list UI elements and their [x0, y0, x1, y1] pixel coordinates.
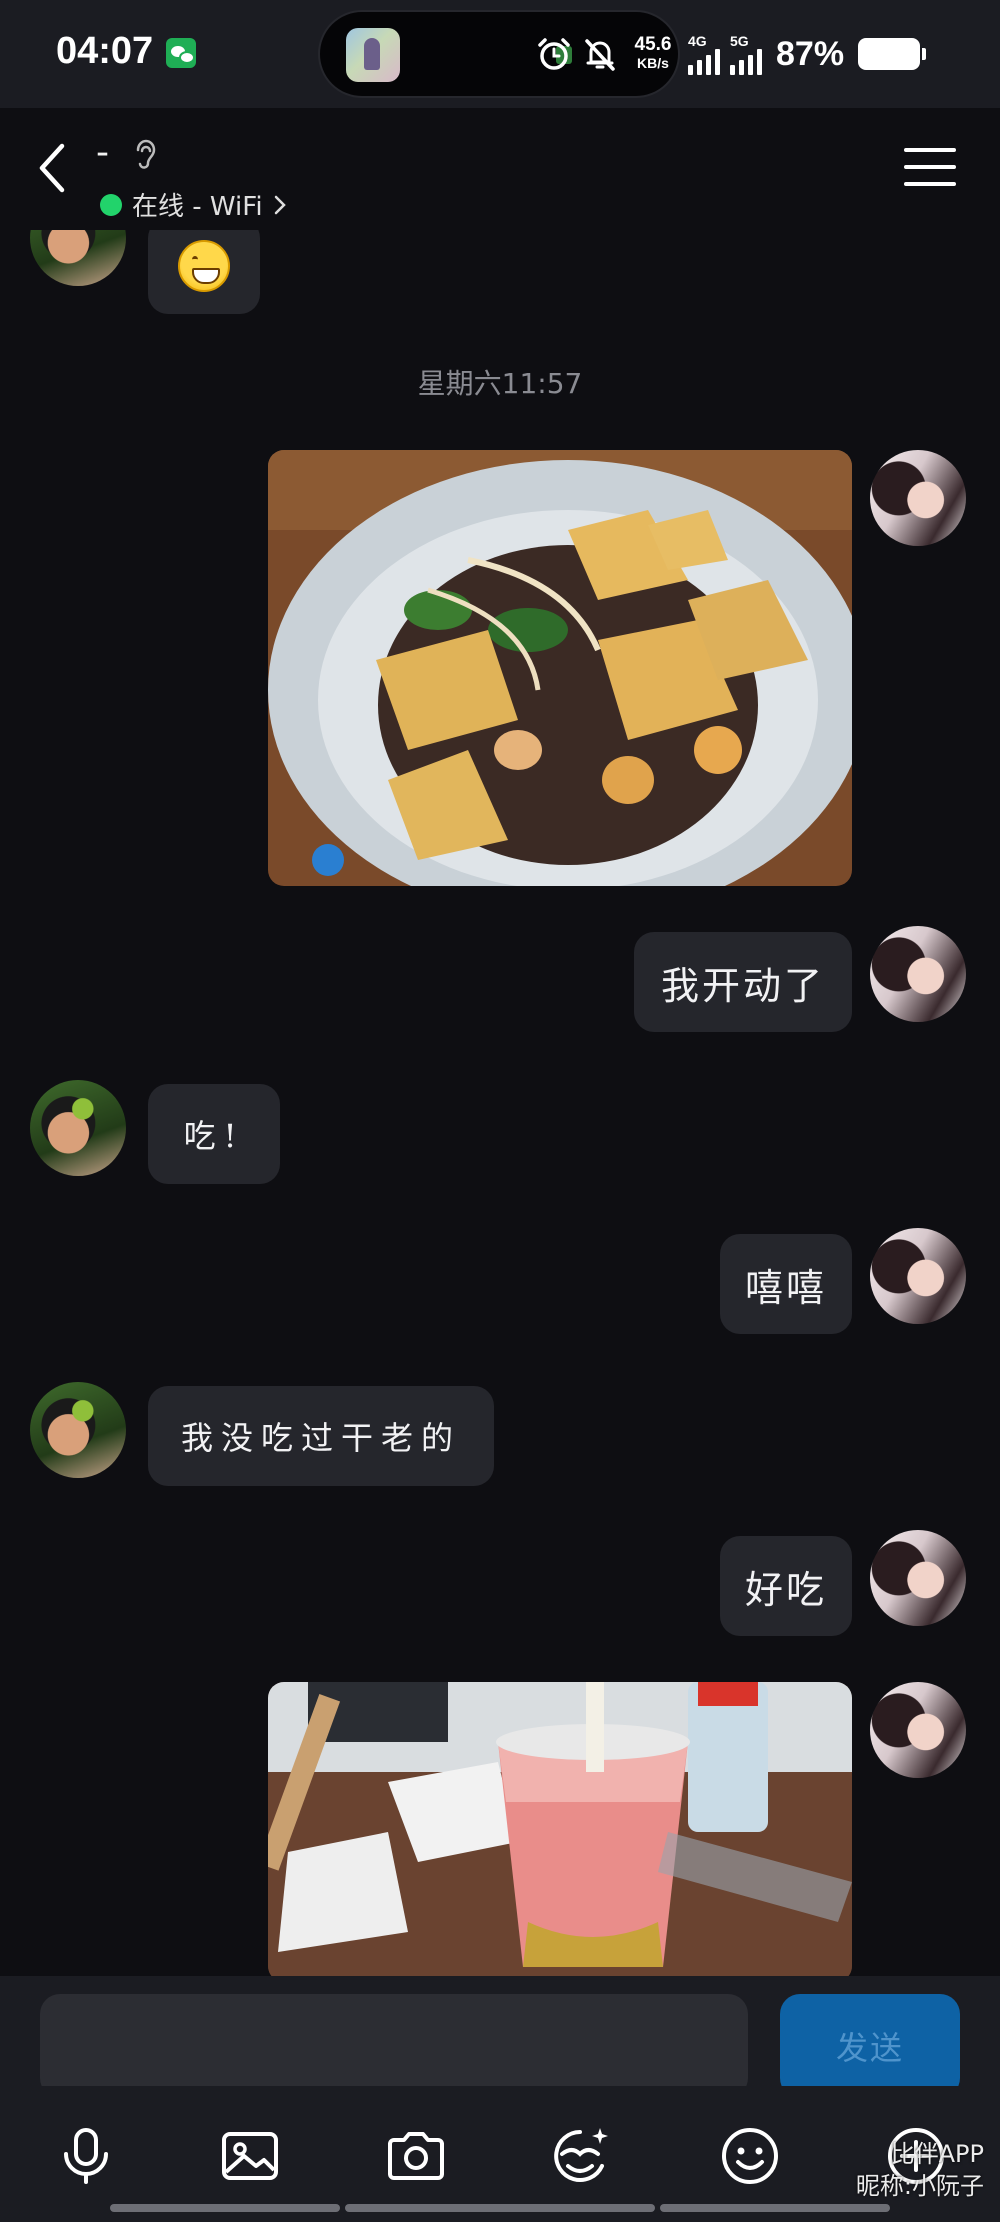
home-indicator: [345, 2204, 655, 2212]
message-text: 好吃: [744, 1567, 827, 1612]
message-timestamp: 星期六11:57: [417, 367, 583, 400]
net-speed-value: 45.6: [634, 34, 672, 55]
message-text: 我开动了: [660, 963, 825, 1008]
input-bar: 发送: [0, 1976, 1000, 2098]
contact-name[interactable]: -: [96, 132, 109, 173]
wechat-icon: [166, 38, 196, 68]
status-bar: 04:07 45.6 KB/s 4G 5G 87%: [0, 0, 1000, 108]
message-text: 我没吃过干老的: [180, 1419, 461, 1457]
contact-avatar[interactable]: [30, 1382, 126, 1478]
message-bubble[interactable]: 嘻嘻: [720, 1234, 852, 1334]
ear-icon[interactable]: [130, 136, 160, 172]
message-image-noodles[interactable]: [268, 450, 852, 886]
message-bubble-emoji[interactable]: [148, 230, 260, 314]
home-indicator: [110, 2204, 340, 2212]
emoji-icon[interactable]: [718, 2124, 782, 2188]
message-list[interactable]: 星期六11:57 我开动了 吃! 嘻嘻 我没吃过干老的 好吃: [0, 230, 1000, 1976]
watermark: 比伴APP 昵称:小阮子: [856, 2138, 984, 2202]
message-input[interactable]: [40, 1994, 748, 2098]
self-avatar[interactable]: [870, 450, 966, 546]
microphone-icon[interactable]: [54, 2124, 118, 2188]
message-bubble[interactable]: 吃!: [148, 1084, 280, 1184]
signal-icon-1: 4G: [688, 33, 720, 75]
alarm-icon: [538, 38, 570, 70]
signal-icon-2: 5G: [730, 33, 762, 75]
self-avatar[interactable]: [870, 1682, 966, 1778]
net-speed-unit: KB/s: [637, 55, 669, 71]
status-icons: 45.6 KB/s 4G 5G 87%: [536, 28, 927, 80]
sticker-icon[interactable]: [548, 2124, 612, 2188]
online-dot: [100, 193, 122, 216]
self-avatar[interactable]: [870, 1530, 966, 1626]
send-button[interactable]: 发送: [780, 1994, 960, 2098]
message-bubble[interactable]: 我没吃过干老的: [148, 1386, 494, 1486]
image-icon[interactable]: [218, 2124, 282, 2188]
battery-icon: [858, 38, 927, 70]
message-text: 嘻嘻: [744, 1265, 827, 1310]
contact-avatar[interactable]: [30, 1080, 126, 1176]
back-icon[interactable]: [30, 138, 74, 198]
online-status[interactable]: 在线 - WiFi: [100, 186, 287, 223]
self-avatar[interactable]: [870, 1228, 966, 1324]
chat-header: - 在线 - WiFi: [0, 108, 1000, 230]
chevron-right-icon: [274, 195, 286, 214]
status-time: 04:07: [56, 30, 154, 72]
mute-icon: [585, 39, 615, 71]
signal-tag-2: 5G: [730, 33, 749, 49]
message-bubble[interactable]: 我开动了: [634, 932, 852, 1032]
island-thumbnail: [346, 28, 400, 82]
menu-icon[interactable]: [904, 148, 956, 190]
watermark-line-2: 昵称:小阮子: [855, 2172, 984, 2200]
grinning-face-icon: [178, 240, 230, 292]
message-text: 吃!: [183, 1117, 245, 1155]
contact-avatar[interactable]: [30, 230, 126, 286]
self-avatar[interactable]: [870, 926, 966, 1022]
message-image-drink[interactable]: [268, 1682, 852, 1976]
net-speed: 45.6 KB/s: [628, 34, 678, 72]
home-indicator: [660, 2204, 890, 2212]
signal-tag-1: 4G: [688, 33, 707, 49]
online-status-text: 在线 - WiFi: [132, 192, 263, 222]
camera-icon[interactable]: [384, 2124, 448, 2188]
watermark-line-1: 比伴APP: [890, 2140, 984, 2168]
toolbar: 比伴APP 昵称:小阮子: [0, 2086, 1000, 2222]
battery-percent: 87%: [776, 34, 845, 73]
message-bubble[interactable]: 好吃: [720, 1536, 852, 1636]
